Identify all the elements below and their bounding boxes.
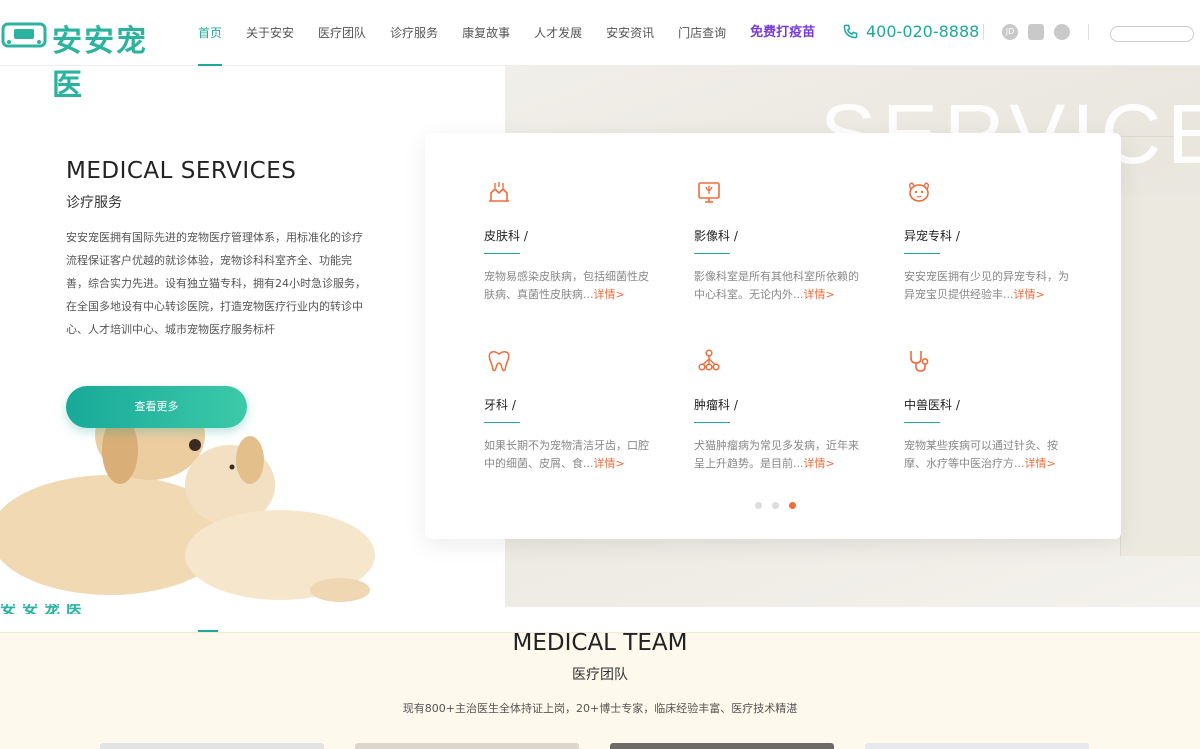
- service-underline: [694, 422, 730, 423]
- details-link[interactable]: 详情>: [1025, 457, 1056, 470]
- view-more-button[interactable]: 查看更多: [66, 386, 247, 428]
- social-links: JD: [1002, 24, 1070, 40]
- carousel-dot-active[interactable]: [789, 502, 796, 509]
- header-divider: [1088, 24, 1089, 40]
- wechat-icon[interactable]: [1054, 24, 1070, 40]
- team-photo[interactable]: [610, 743, 834, 749]
- nav-about[interactable]: 关于安安: [234, 0, 306, 66]
- nav-services[interactable]: 诊疗服务: [378, 0, 450, 66]
- service-underline: [694, 253, 730, 254]
- service-name: 肿瘤科: [694, 398, 731, 412]
- service-name: 异宠专科: [904, 229, 953, 243]
- team-photo[interactable]: [100, 743, 324, 749]
- service-item[interactable]: 肿瘤科 / 犬猫肿瘤病为常见多发病，近年来呈上升趋势。是目前...详情>: [694, 348, 864, 473]
- details-link[interactable]: 详情>: [804, 457, 835, 470]
- nav-careers[interactable]: 人才发展: [522, 0, 594, 66]
- service-name: 皮肤科: [484, 229, 521, 243]
- service-item[interactable]: 皮肤科 / 宠物易感染皮肤病，包括细菌性皮肤病、真菌性皮肤病...详情>: [484, 179, 654, 304]
- carousel-pagination: [755, 502, 796, 509]
- service-underline: [484, 422, 520, 423]
- main-nav: 首页 关于安安 医疗团队 诊疗服务 康复故事 人才发展 安安资讯 门店查询 免费…: [186, 0, 827, 66]
- exotic-pet-icon: [909, 182, 929, 202]
- service-name: 牙科: [484, 398, 509, 412]
- service-underline: [904, 253, 940, 254]
- nav-free-vaccine[interactable]: 免费打疫苗: [738, 0, 827, 66]
- service-underline: [904, 422, 940, 423]
- carousel-dot[interactable]: [755, 502, 762, 509]
- details-link[interactable]: 详情>: [594, 457, 625, 470]
- site-header: 安安宠医 首页 关于安安 医疗团队 诊疗服务 康复故事 人才发展 安安资讯 门店…: [0, 0, 1200, 103]
- jd-icon[interactable]: JD: [1002, 24, 1018, 40]
- team-title: MEDICAL TEAM: [512, 630, 688, 656]
- service-item[interactable]: 中兽医科 / 宠物某些疾病可以通过针灸、按摩、水疗等中医治疗方...详情>: [904, 348, 1074, 473]
- team-photo[interactable]: [355, 743, 579, 749]
- nav-home[interactable]: 首页: [186, 0, 234, 66]
- service-item[interactable]: 牙科 / 如果长期不为宠物清洁牙齿，口腔中的细菌、皮屑、食...详情>: [484, 348, 654, 473]
- logo-text: 安安宠医: [52, 24, 148, 103]
- details-link[interactable]: 详情>: [804, 288, 835, 301]
- section-description: 安安宠医拥有国际先进的宠物医疗管理体系，用标准化的诊疗流程保证客户优越的就诊体验…: [66, 231, 366, 336]
- stethoscope-icon: [910, 351, 929, 372]
- service-item[interactable]: 影像科 / 影像科室是所有其他科室所依赖的中心科室。无论内外...详情>: [694, 179, 864, 304]
- services-card: 皮肤科 / 宠物易感染皮肤病，包括细菌性皮肤病、真菌性皮肤病...详情> 影像科…: [425, 133, 1121, 539]
- service-name: 影像科: [694, 229, 731, 243]
- imaging-icon: [698, 182, 720, 203]
- search-input[interactable]: [1110, 26, 1194, 42]
- team-photo[interactable]: [865, 743, 1089, 749]
- details-link[interactable]: 详情>: [594, 288, 625, 301]
- tooth-icon: [488, 351, 510, 372]
- phone-number: 400-020-8888: [866, 22, 980, 41]
- section-subtitle: 诊疗服务: [66, 195, 122, 211]
- service-underline: [484, 253, 520, 254]
- logo-mark-icon: [1, 22, 47, 48]
- tumor-icon: [698, 349, 720, 371]
- skin-icon: [489, 182, 509, 202]
- team-description: 现有800+主治医生全体持证上岗，20+博士专家，临床经验丰富、医疗技术精湛: [402, 702, 798, 715]
- bg-wall-panel: [1120, 196, 1200, 556]
- nav-news[interactable]: 安安资讯: [594, 0, 666, 66]
- nav-stores[interactable]: 门店查询: [666, 0, 738, 66]
- tmall-icon[interactable]: [1028, 24, 1044, 40]
- header-divider: [983, 24, 984, 40]
- hotline[interactable]: 400-020-8888: [843, 22, 979, 41]
- team-subtitle: 医疗团队: [572, 667, 628, 683]
- nav-stories[interactable]: 康复故事: [450, 0, 522, 66]
- service-item[interactable]: 异宠专科 / 安安宠医拥有少见的异宠专科，为异宠宝贝提供经验丰...详情>: [904, 179, 1074, 304]
- nav-team[interactable]: 医疗团队: [306, 0, 378, 66]
- service-name: 中兽医科: [904, 398, 953, 412]
- carousel-dot[interactable]: [772, 502, 779, 509]
- section-title: MEDICAL SERVICES: [66, 158, 297, 184]
- logo[interactable]: 安安宠医: [0, 14, 165, 103]
- phone-icon: [843, 24, 858, 39]
- details-link[interactable]: 详情>: [1014, 288, 1045, 301]
- logo-text-strip: 安安宠医: [0, 604, 89, 614]
